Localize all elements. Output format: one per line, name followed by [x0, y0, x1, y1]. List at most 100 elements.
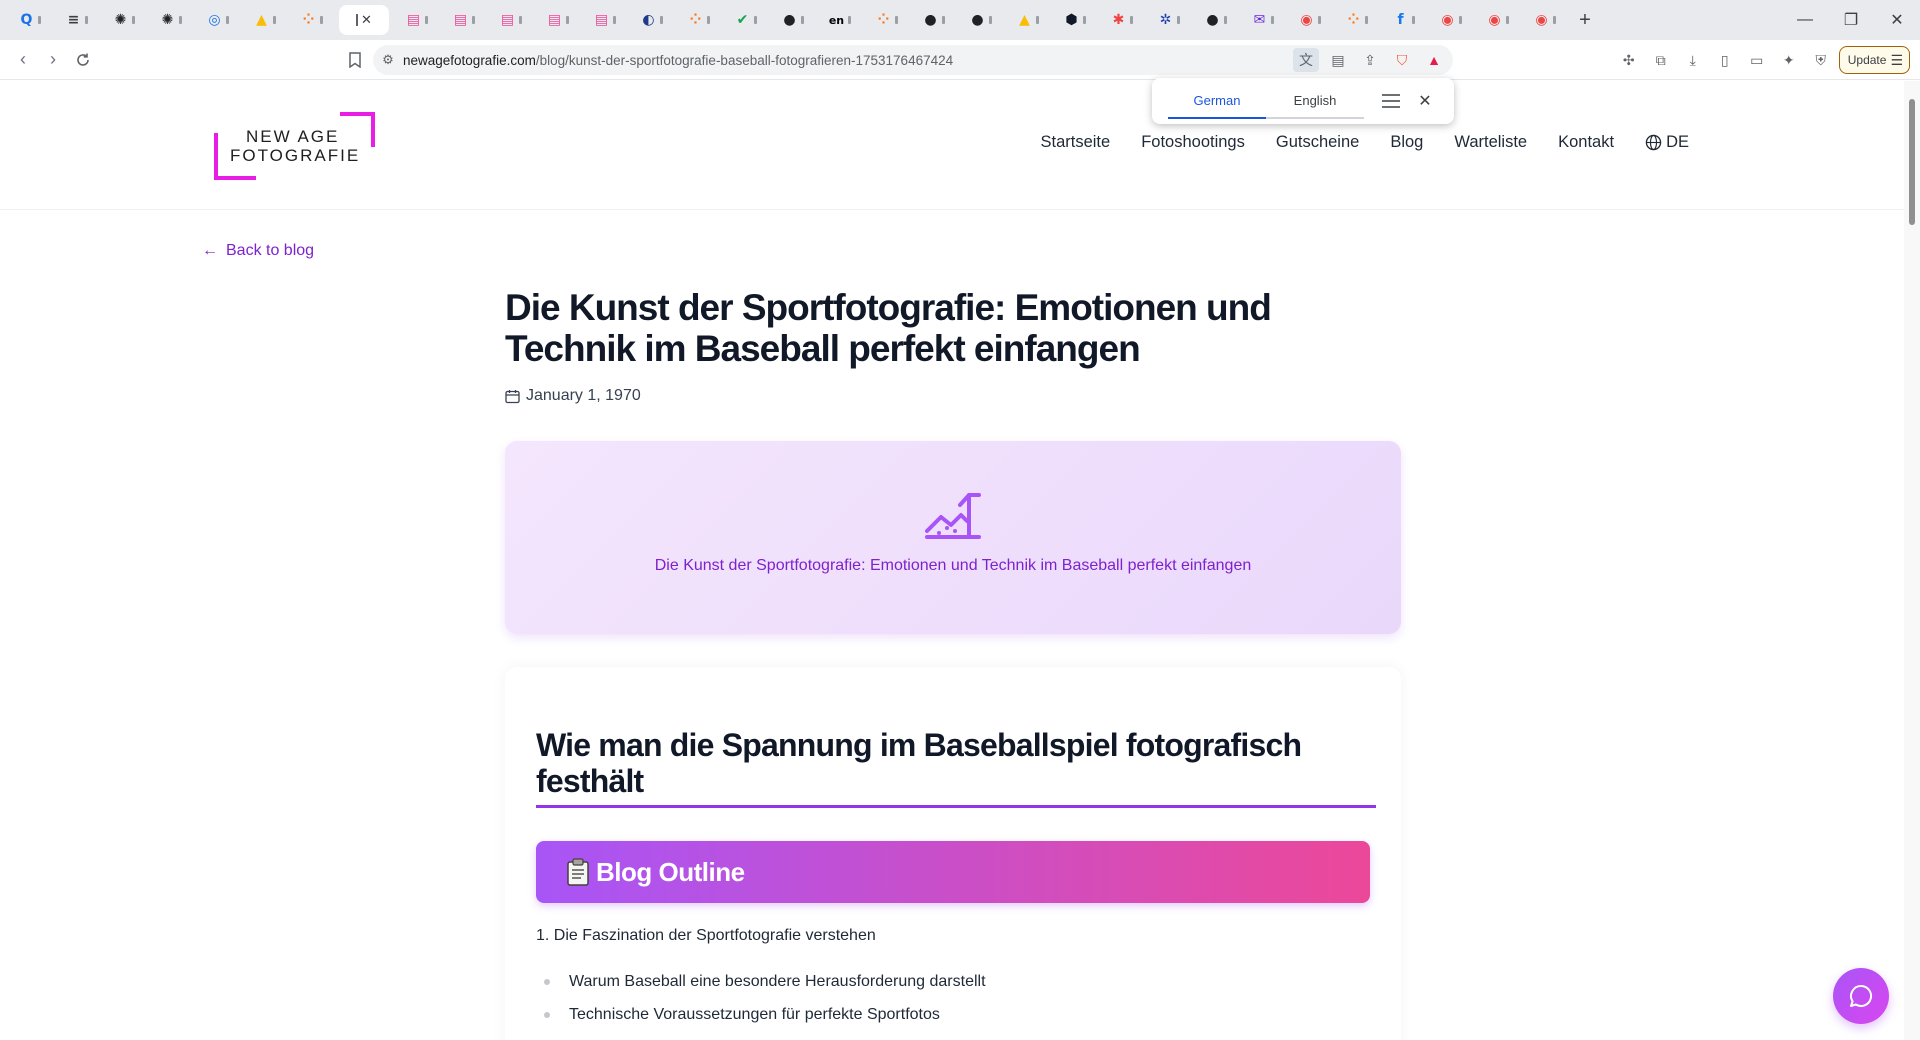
site-logo[interactable]: NEW AGE FOTOGRAFIE — [214, 111, 376, 181]
extensions-icon[interactable]: ✣ — [1615, 45, 1643, 75]
browser-tab[interactable]: ▲ — [1004, 5, 1051, 35]
bullet-text: Warum Baseball eine besondere Herausford… — [569, 972, 986, 990]
browser-tab[interactable]: ◉ — [1521, 5, 1568, 35]
browser-tab[interactable]: ● — [769, 5, 816, 35]
vpn-icon[interactable]: ⛨ — [1807, 45, 1835, 75]
browser-tab[interactable]: ◎ — [194, 5, 241, 35]
globe-icon: ● — [971, 12, 984, 28]
tab-close-icon[interactable]: ✕ — [361, 12, 372, 28]
browser-tab[interactable]: ⁘ — [288, 5, 335, 35]
restore-button[interactable]: ❐ — [1828, 0, 1874, 40]
browser-tab[interactable]: ⁘ — [863, 5, 910, 35]
sidebar-icon[interactable]: ▯ — [1711, 45, 1739, 75]
new-tab-icon[interactable]: + — [1568, 5, 1602, 35]
tab-title-fragment — [706, 16, 710, 24]
translate-close-icon[interactable]: ✕ — [1410, 91, 1440, 111]
date-text: January 1, 1970 — [526, 387, 641, 404]
scrollbar-thumb[interactable] — [1909, 99, 1915, 225]
site-info-icon[interactable]: ⚙ — [373, 52, 403, 68]
browser-tab[interactable]: ◉ — [1474, 5, 1521, 35]
tab-title-fragment — [988, 16, 992, 24]
nav-gutscheine[interactable]: Gutscheine — [1276, 133, 1359, 152]
share-icon[interactable]: ⇪ — [1357, 48, 1383, 72]
doc-lines-icon: ≡ — [67, 12, 80, 28]
browser-tab[interactable]: ◉ — [1286, 5, 1333, 35]
screenshot-icon[interactable]: ⧉ — [1647, 45, 1675, 75]
wallet-icon[interactable]: ▭ — [1743, 45, 1771, 75]
nav-fotoshootings[interactable]: Fotoshootings — [1141, 133, 1245, 152]
nav-warteliste[interactable]: Warteliste — [1454, 133, 1527, 152]
page-scrollbar[interactable] — [1904, 81, 1920, 1040]
browser-tab[interactable]: ● — [1192, 5, 1239, 35]
browser-tab[interactable]: ✺ — [147, 5, 194, 35]
back-to-blog-link[interactable]: ← Back to blog — [202, 242, 314, 260]
brave-shields-icon[interactable]: ⛉ — [1389, 48, 1415, 72]
browser-tab[interactable]: ✔ — [722, 5, 769, 35]
browser-tab[interactable]: ⁘ — [1333, 5, 1380, 35]
orange-dots-icon: ⁘ — [1347, 12, 1360, 28]
tab-title-fragment — [178, 16, 182, 24]
browser-tab[interactable]: ⬢ — [1051, 5, 1098, 35]
tab-title-fragment — [847, 16, 851, 24]
minimize-button[interactable]: — — [1782, 0, 1828, 40]
url-text[interactable]: newagefotografie.com/blog/kunst-der-spor… — [403, 53, 953, 68]
brave-rewards-icon[interactable]: ▲ — [1421, 48, 1447, 72]
outline-bullet-list: Warum Baseball eine besondere Herausford… — [536, 965, 986, 1031]
tab-title-fragment — [1552, 16, 1556, 24]
browser-tab[interactable]: f — [1380, 5, 1427, 35]
browser-tab[interactable]: ● — [957, 5, 1004, 35]
browser-tab[interactable]: ● — [910, 5, 957, 35]
leo-ai-icon[interactable]: ✦ — [1775, 45, 1803, 75]
nav-blog[interactable]: Blog — [1390, 133, 1423, 152]
browser-tab[interactable]: ✉ — [1239, 5, 1286, 35]
download-icon[interactable]: ⤓ — [1679, 45, 1707, 75]
browser-tab[interactable]: ≡ — [53, 5, 100, 35]
outline-title: Blog Outline — [596, 856, 745, 887]
browser-tab[interactable]: ▤ — [581, 5, 628, 35]
main-nav: Startseite Fotoshootings Gutscheine Blog… — [1041, 133, 1690, 152]
site-header: NEW AGE FOTOGRAFIE Startseite Fotoshooti… — [0, 81, 1904, 210]
address-bar[interactable]: ⚙ newagefotografie.com/blog/kunst-der-sp… — [373, 45, 1453, 75]
half-circle-icon: ◐ — [642, 12, 655, 28]
globe-icon: ● — [924, 12, 937, 28]
arrow-left-icon: ← — [202, 242, 218, 259]
browser-tab[interactable]: ▤ — [393, 5, 440, 35]
back-nav-icon[interactable]: ‹ — [8, 45, 38, 75]
nav-kontakt[interactable]: Kontakt — [1558, 133, 1614, 152]
browser-tab[interactable]: ✲ — [1145, 5, 1192, 35]
chat-button[interactable] — [1833, 968, 1889, 1024]
browser-tab[interactable]: en — [816, 5, 863, 35]
nav-startseite[interactable]: Startseite — [1041, 133, 1111, 152]
reader-mode-icon[interactable]: ▤ — [1325, 48, 1351, 72]
update-button[interactable]: Update ☰ — [1838, 46, 1910, 74]
browser-tab[interactable]: ◉ — [1427, 5, 1474, 35]
globe-icon — [1645, 134, 1662, 151]
forward-nav-icon[interactable]: › — [38, 45, 68, 75]
bookmark-icon[interactable] — [340, 45, 370, 75]
browser-tab[interactable]: ▤ — [534, 5, 581, 35]
image-placeholder-icon — [925, 493, 981, 539]
browser-tab[interactable]: ✱ — [1098, 5, 1145, 35]
update-label: Update — [1847, 53, 1887, 67]
browser-tab[interactable]: ▤ — [440, 5, 487, 35]
translate-from-tab[interactable]: German — [1168, 83, 1266, 119]
close-window-button[interactable]: ✕ — [1874, 0, 1920, 40]
language-switcher[interactable]: DE — [1645, 133, 1689, 152]
browser-tab[interactable]: Q — [6, 5, 53, 35]
translate-menu-icon[interactable] — [1372, 94, 1410, 108]
browser-tab[interactable]: ▤ — [487, 5, 534, 35]
browser-tab[interactable]: ✺ — [100, 5, 147, 35]
browser-tab[interactable]: ⁘ — [675, 5, 722, 35]
translate-icon[interactable]: 文 — [1293, 48, 1319, 72]
pink-doc-icon: ▤ — [594, 12, 609, 28]
browser-tab[interactable]: ▲ — [241, 5, 288, 35]
tab-title-fragment — [659, 16, 663, 24]
tab-title-fragment — [518, 16, 522, 24]
hero-image-placeholder: Die Kunst der Sportfotografie: Emotionen… — [505, 441, 1401, 634]
reload-icon[interactable] — [68, 45, 98, 75]
translate-to-tab[interactable]: English — [1266, 83, 1364, 119]
openai-icon: ✺ — [161, 12, 174, 28]
browser-tab[interactable]: ◐ — [628, 5, 675, 35]
article-date: January 1, 1970 — [505, 387, 641, 405]
browser-tab-active[interactable]: ✕ — [339, 5, 389, 35]
